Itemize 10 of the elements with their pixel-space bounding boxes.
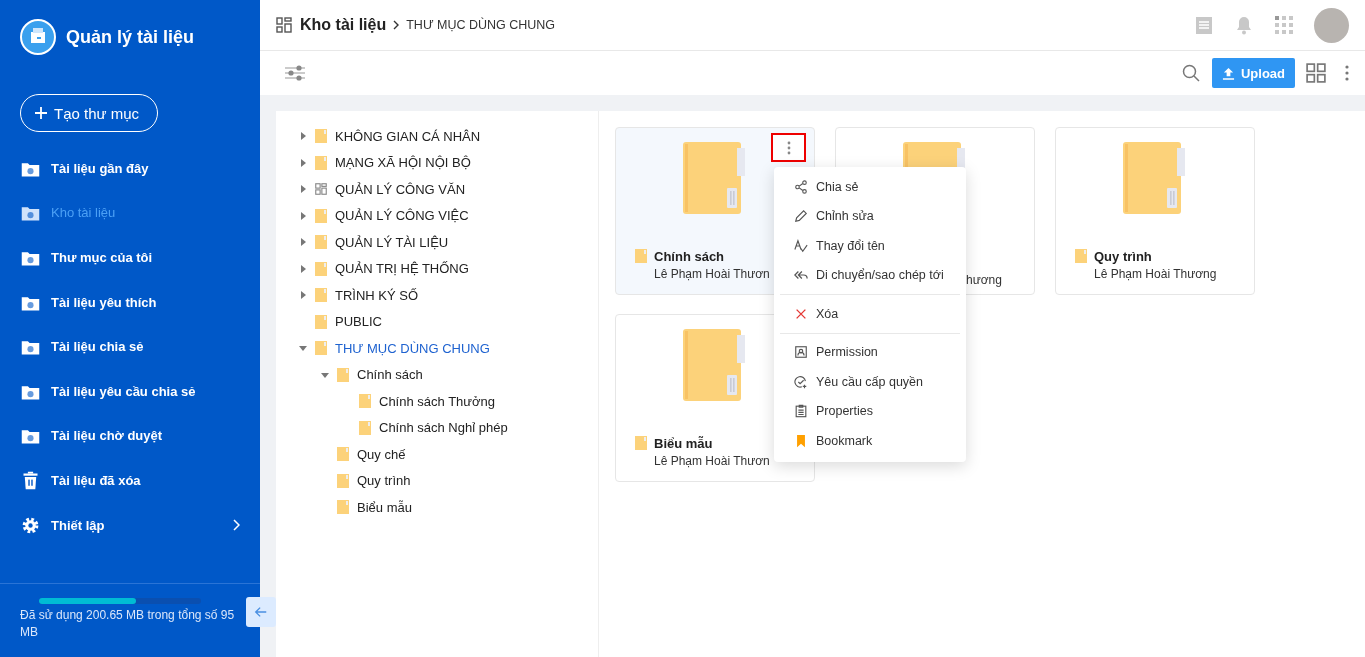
breadcrumb-current: THƯ MỤC DÙNG CHUNG (406, 18, 556, 32)
folder-name: Quy trình (1094, 248, 1152, 264)
folder-owner: Lê Phạm Hoài Thươn (654, 454, 770, 468)
app-title: Quản lý tài liệu (66, 26, 195, 48)
folder-owner: Lê Phạm Hoài Thươn (654, 267, 770, 281)
folder-owner: Lê Phạm Hoài Thương (1094, 267, 1217, 281)
folder-owner: hương (966, 273, 1002, 287)
storage-usage-text: Đã sử dụng 200.65 MB trong tổng số 95 MB (20, 607, 236, 641)
folder-name: Biểu mẫu (654, 435, 713, 451)
folder-name: Chính sách (654, 248, 725, 264)
